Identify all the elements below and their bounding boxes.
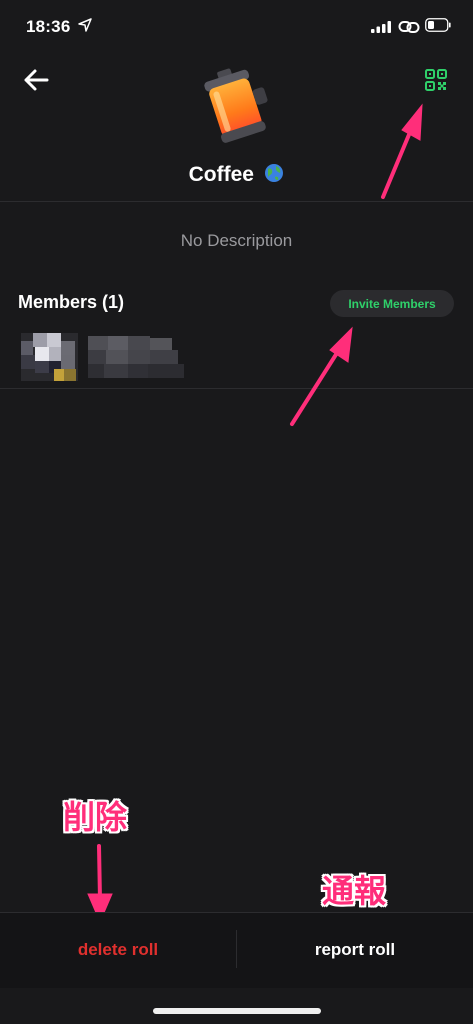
location-arrow-icon — [78, 18, 92, 32]
members-divider — [0, 388, 473, 389]
battery-icon — [425, 18, 451, 32]
members-heading: Members (1) — [18, 292, 125, 312]
roll-description: No Description — [180, 231, 293, 250]
invite-members-button[interactable]: Invite Members — [330, 290, 454, 317]
qr-code-icon[interactable] — [424, 68, 448, 92]
delete-annotation-label: 削除 — [63, 799, 128, 835]
report-roll-button[interactable]: report roll — [237, 912, 473, 988]
link-icon — [398, 21, 420, 33]
home-indicator[interactable] — [153, 1008, 321, 1014]
cellular-signal-icon — [371, 21, 391, 33]
globe-icon — [265, 164, 284, 182]
roll-name: Coffee — [188, 163, 254, 186]
delete-roll-button[interactable]: delete roll — [0, 912, 236, 988]
status-time: 18:36 — [26, 17, 71, 36]
roll-title: Coffee — [0, 163, 473, 187]
member-name[interactable] — [88, 334, 188, 382]
arrow-to-invite — [290, 343, 344, 426]
arrow-to-delete — [97, 844, 102, 902]
member-avatar[interactable] — [21, 333, 78, 381]
back-arrow-icon[interactable] — [22, 66, 50, 94]
film-roll-icon — [204, 68, 268, 143]
annotation-arrows — [87, 103, 423, 924]
report-annotation-label: 通報 — [322, 873, 387, 909]
header-divider — [0, 201, 473, 202]
